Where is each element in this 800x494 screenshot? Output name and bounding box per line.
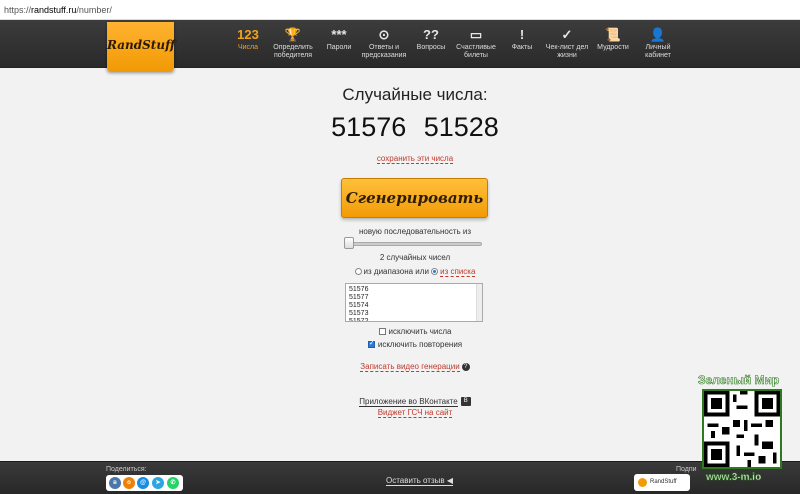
trophy-icon: 🏆 bbox=[284, 27, 302, 42]
nav-label: Пароли bbox=[326, 44, 352, 51]
nav-label: Факты bbox=[511, 44, 533, 51]
exclude-numbers-checkbox[interactable] bbox=[378, 328, 386, 336]
count-slider-track[interactable] bbox=[345, 242, 482, 246]
count-slider-handle[interactable] bbox=[344, 237, 354, 249]
nav-item-winner[interactable]: 🏆 Определить победителя bbox=[267, 28, 319, 60]
list-value: 51573 bbox=[349, 310, 369, 317]
top-navigation: RandStuff 123 Числа 🏆 Определить победит… bbox=[0, 20, 800, 71]
widget-link[interactable]: Виджет ГСЧ на сайт bbox=[377, 408, 453, 418]
nav-label: Личный кабинет bbox=[645, 44, 671, 59]
list-option-label[interactable]: из списка bbox=[440, 267, 476, 277]
range-radio[interactable] bbox=[354, 268, 362, 276]
vk-share-icon[interactable]: в bbox=[109, 477, 121, 489]
watermark-url: www.3-m.io bbox=[706, 472, 762, 484]
watermark: Зеленый Мир www.3-m.io bbox=[694, 373, 794, 494]
footer: Поделиться: в о @ ➤ ✆ Оставить отзыв ◀ П… bbox=[0, 461, 800, 494]
subscribe-brand: RandStuff bbox=[650, 479, 677, 485]
ticket-icon: ▭ bbox=[469, 27, 483, 42]
numbers-list-input[interactable]: 51576 51577 51574 51573 51572 bbox=[345, 283, 483, 322]
list-radio[interactable] bbox=[431, 268, 439, 276]
record-video-link[interactable]: Записать видео генерации bbox=[360, 362, 460, 372]
save-numbers-link[interactable]: сохранить эти числа bbox=[376, 154, 454, 164]
whatsapp-share-icon[interactable]: ✆ bbox=[167, 477, 179, 489]
share-label: Поделиться: bbox=[106, 466, 147, 473]
nav-label: Числа bbox=[237, 44, 259, 51]
nav-item-answers[interactable]: ⊙ Ответы и предсказания bbox=[358, 28, 410, 60]
list-value: 51577 bbox=[349, 294, 369, 301]
megaphone-icon: ◀ bbox=[446, 476, 454, 485]
nav-item-checklist[interactable]: ✓ Чек-лист дел жизни bbox=[541, 28, 593, 60]
mail-share-icon[interactable]: @ bbox=[137, 477, 149, 489]
nav-item-account[interactable]: 👤 Личный кабинет bbox=[632, 28, 684, 60]
vk-app-link[interactable]: Приложение во ВКонтакте bbox=[359, 397, 458, 407]
page-title: Случайные числа: bbox=[342, 85, 488, 104]
nav-label: Определить победителя bbox=[273, 44, 313, 59]
url-host: randstuff.ru bbox=[31, 5, 77, 15]
list-scrollbar[interactable] bbox=[476, 284, 482, 321]
magic-ball-icon: ⊙ bbox=[378, 27, 390, 42]
widget-row: Виджет ГСЧ на сайт bbox=[0, 408, 800, 418]
count-label: 2 случайных чисел bbox=[379, 253, 451, 262]
randstuff-logo-icon bbox=[638, 478, 647, 487]
telegram-share-icon[interactable]: ➤ bbox=[152, 477, 164, 489]
vk-app-row: Приложение во ВКонтакте В bbox=[0, 397, 800, 407]
record-video-row: Записать видео генерации? bbox=[0, 362, 800, 372]
user-icon: 👤 bbox=[649, 27, 667, 42]
help-icon[interactable]: ? bbox=[461, 362, 470, 371]
review-label: Оставить отзыв bbox=[386, 476, 445, 485]
ok-share-icon[interactable]: о bbox=[123, 477, 135, 489]
list-value: 51572 bbox=[349, 318, 369, 322]
exclude-repeats-row[interactable]: исключить повторения bbox=[0, 339, 800, 349]
exclude-numbers-label: исключить числа bbox=[388, 327, 452, 336]
list-value: 51576 bbox=[349, 286, 369, 293]
nav-label: Мудрости bbox=[597, 44, 629, 51]
subscribe-button[interactable]: RandStuff bbox=[634, 474, 690, 491]
sequence-label: новую последовательность из bbox=[358, 227, 472, 236]
url-scheme: https:// bbox=[4, 5, 32, 15]
range-option-label: из диапазона или bbox=[363, 267, 429, 276]
main-content: Случайные числа: 51576 51528 сохранить э… bbox=[0, 69, 800, 461]
generate-button[interactable]: Сгенерировать bbox=[341, 178, 488, 218]
generated-numbers: 51576 51528 bbox=[331, 112, 499, 142]
list-value: 51574 bbox=[349, 302, 369, 309]
nav-label: Чек-лист дел жизни bbox=[545, 44, 589, 59]
exclude-repeats-checkbox[interactable] bbox=[367, 339, 375, 349]
exclude-repeats-label: исключить повторения bbox=[377, 340, 463, 349]
exclude-numbers-row[interactable]: исключить числа bbox=[0, 327, 800, 336]
qr-code-icon bbox=[702, 389, 782, 469]
watermark-title: Зеленый Мир bbox=[698, 373, 780, 388]
site-logo[interactable]: RandStuff bbox=[107, 22, 175, 71]
checkmark-icon: ✓ bbox=[561, 27, 573, 42]
source-options: из диапазона или из списка bbox=[0, 267, 800, 277]
vk-icon: В bbox=[460, 397, 471, 407]
url-path: /number/ bbox=[76, 5, 112, 15]
nav-item-tickets[interactable]: ▭ Счастливые билеты bbox=[450, 28, 502, 60]
nav-label: Ответы и предсказания bbox=[361, 44, 407, 59]
nav-label: Счастливые билеты bbox=[456, 44, 496, 59]
nav-label: Вопросы bbox=[416, 44, 446, 51]
address-bar[interactable]: https://randstuff.ru/number/ bbox=[0, 0, 800, 20]
share-buttons: в о @ ➤ ✆ bbox=[106, 475, 183, 491]
leave-review-link[interactable]: Оставить отзыв ◀ bbox=[386, 476, 454, 486]
